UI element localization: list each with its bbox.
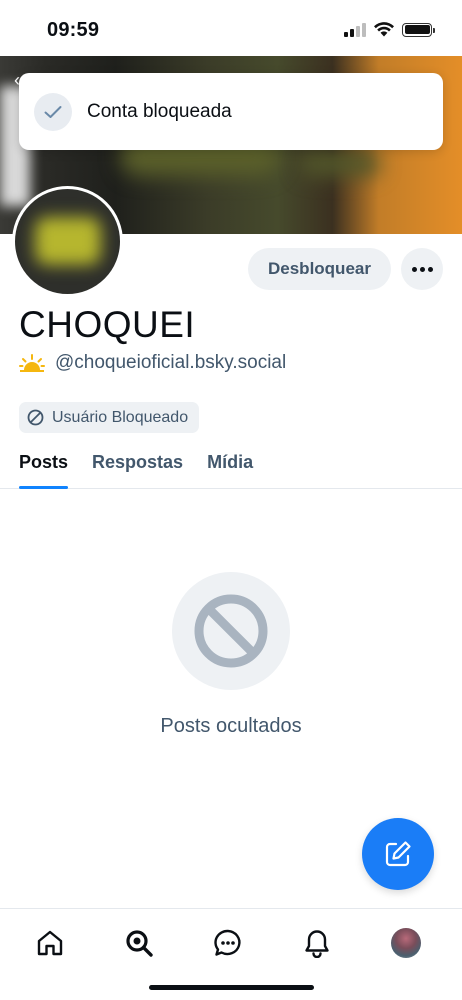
bell-icon — [305, 930, 329, 958]
display-name: CHOQUEI — [19, 304, 196, 345]
chat-icon — [214, 929, 241, 956]
wifi-icon — [374, 22, 394, 37]
nav-profile[interactable] — [386, 923, 426, 963]
nav-chat[interactable] — [208, 923, 248, 963]
compose-icon — [385, 841, 411, 867]
more-options-button[interactable] — [401, 248, 443, 290]
handle-row: @choqueioficial.bsky.social — [19, 352, 286, 374]
tab-media[interactable]: Mídia — [207, 446, 253, 488]
tab-replies[interactable]: Respostas — [92, 446, 183, 488]
cellular-signal-icon — [344, 22, 366, 37]
search-icon — [126, 930, 153, 957]
check-icon — [34, 92, 72, 131]
battery-icon — [402, 22, 435, 37]
toast-notification: Conta bloqueada — [19, 73, 443, 150]
blocked-status-badge: Usuário Bloqueado — [19, 402, 200, 433]
block-icon — [194, 594, 268, 668]
nav-notifications[interactable] — [297, 923, 337, 963]
empty-state-message: Posts ocultados — [160, 715, 302, 737]
compose-post-button[interactable] — [362, 818, 434, 890]
block-icon — [27, 409, 44, 426]
nav-home[interactable] — [30, 923, 70, 963]
home-indicator — [149, 985, 314, 990]
sun-icon — [19, 354, 45, 372]
home-icon — [37, 930, 63, 956]
status-icons — [344, 22, 435, 37]
profile-tabs: Posts Respostas Mídia — [0, 446, 462, 489]
profile-avatar[interactable] — [12, 186, 123, 297]
unblock-button[interactable]: Desbloquear — [248, 248, 391, 290]
status-time: 09:59 — [47, 19, 100, 41]
nav-search[interactable] — [119, 923, 159, 963]
ellipsis-icon — [411, 266, 417, 272]
status-bar: 09:59 — [0, 0, 462, 56]
posts-hidden-illustration — [172, 572, 290, 690]
user-avatar — [391, 928, 421, 958]
profile-handle: @choqueioficial.bsky.social — [55, 352, 287, 373]
blocked-badge-label: Usuário Bloqueado — [52, 408, 189, 426]
tab-posts[interactable]: Posts — [19, 446, 69, 489]
toast-message: Conta bloqueada — [87, 100, 232, 122]
